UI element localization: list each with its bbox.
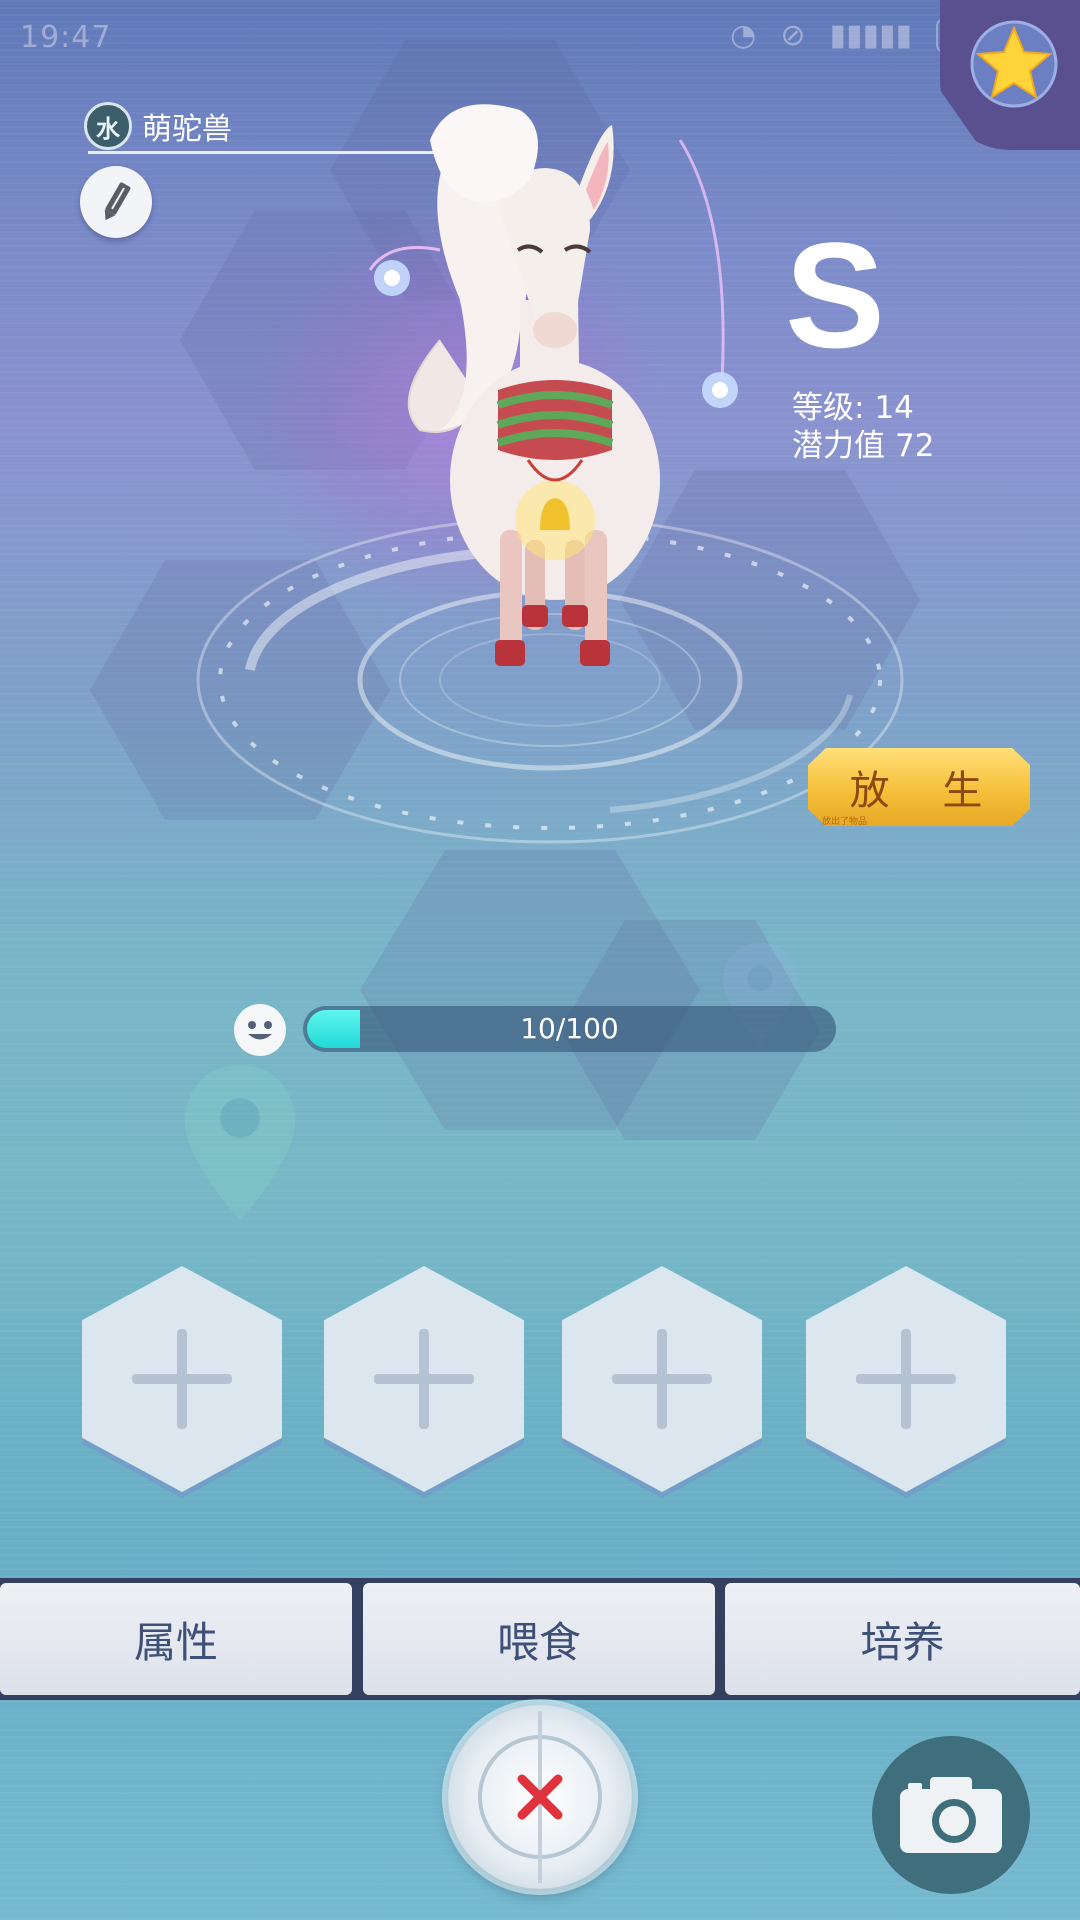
pet-grade: S bbox=[785, 211, 886, 379]
potential-value: 72 bbox=[895, 428, 935, 464]
tab-label: 属性 bbox=[133, 1617, 218, 1667]
favorite-star-icon[interactable] bbox=[968, 18, 1060, 110]
camera-button[interactable] bbox=[872, 1736, 1030, 1894]
mood-progress-bar: 10/100 bbox=[303, 1006, 836, 1052]
tab-attributes[interactable]: 属性 bbox=[0, 1583, 352, 1695]
potential-row: 潜力值 72 bbox=[792, 420, 934, 465]
close-icon bbox=[478, 1711, 602, 1883]
wifi-off-icon: ◔ bbox=[730, 18, 757, 53]
pet-name-row: 水 萌驼兽 bbox=[84, 102, 232, 150]
pet-model[interactable] bbox=[350, 100, 770, 680]
plus-icon bbox=[374, 1329, 474, 1429]
element-badge: 水 bbox=[84, 102, 132, 150]
signal-icon: ▮▮▮▮▮ bbox=[829, 18, 912, 53]
element-label: 水 bbox=[96, 114, 120, 143]
close-button[interactable] bbox=[448, 1705, 632, 1889]
status-time: 19:47 bbox=[20, 20, 112, 55]
plus-icon bbox=[612, 1329, 712, 1429]
mood-progress-text: 10/100 bbox=[520, 1012, 619, 1045]
tab-train[interactable]: 培养 bbox=[725, 1583, 1080, 1695]
tab-feed[interactable]: 喂食 bbox=[363, 1583, 715, 1695]
smiley-icon bbox=[234, 1004, 286, 1056]
release-button-sub: 放出了物品 bbox=[822, 817, 868, 827]
release-button-label: 放 生 bbox=[849, 768, 1003, 814]
pencil-icon bbox=[104, 182, 131, 221]
pet-name: 萌驼兽 bbox=[142, 112, 232, 147]
plus-icon bbox=[132, 1329, 232, 1429]
potential-label: 潜力值 bbox=[792, 428, 885, 464]
plus-icon bbox=[856, 1329, 956, 1429]
rename-button[interactable] bbox=[80, 166, 152, 238]
location-pin-icon bbox=[185, 1065, 295, 1220]
tab-label: 培养 bbox=[860, 1617, 945, 1667]
mute-icon: ⊘ bbox=[780, 18, 806, 53]
status-bar: 19:47 ◔ ⊘ ▮▮▮▮▮ 53 bbox=[0, 0, 1080, 76]
camera-icon bbox=[900, 1777, 1002, 1853]
tab-label: 喂食 bbox=[496, 1617, 581, 1667]
